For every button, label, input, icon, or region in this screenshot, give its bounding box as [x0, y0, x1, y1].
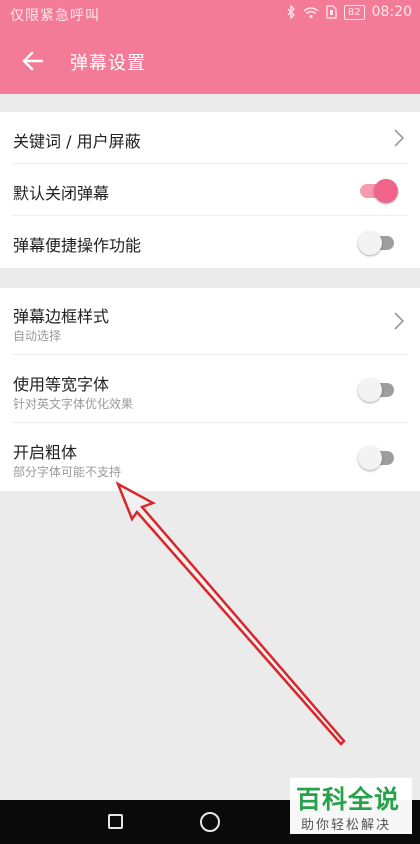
- chevron-right-icon: [394, 312, 405, 330]
- setting-subtitle: 针对英文字体优化效果: [13, 397, 134, 411]
- home-button[interactable]: [200, 812, 220, 832]
- switch-thumb: [374, 179, 398, 203]
- app-bar: 弹幕设置: [0, 28, 420, 94]
- switch-thumb: [358, 378, 382, 402]
- setting-subtitle: 部分字体可能不支持: [13, 465, 122, 479]
- status-icons: 82 08:20: [287, 4, 412, 20]
- bluetooth-icon: [287, 5, 295, 19]
- setting-row-quick-actions[interactable]: 弹幕便捷操作功能: [0, 216, 420, 268]
- setting-row-bold-font[interactable]: 开启粗体 部分字体可能不支持: [0, 423, 420, 491]
- switch-thumb: [358, 231, 382, 255]
- switch-thumb: [358, 446, 382, 470]
- bold-font-switch[interactable]: [358, 445, 396, 470]
- watermark-logo: 百科全说 助你轻松解决: [290, 778, 412, 834]
- setting-title: 使用等宽字体: [13, 375, 110, 394]
- recent-apps-button[interactable]: [108, 814, 123, 829]
- setting-row-border-style[interactable]: 弹幕边框样式 自动选择: [0, 288, 420, 355]
- carrier-text: 仅限紧急呼叫: [10, 8, 100, 24]
- battery-indicator: 82: [343, 4, 365, 20]
- monospace-font-switch[interactable]: [358, 377, 396, 402]
- watermark-sub-text: 助你轻松解决: [301, 818, 392, 833]
- back-button[interactable]: [18, 46, 48, 76]
- quick-actions-switch[interactable]: [358, 230, 396, 255]
- status-bar: 仅限紧急呼叫 82 08:20: [0, 0, 420, 28]
- setting-row-keyword-block[interactable]: 关键词 / 用户屏蔽: [0, 112, 420, 164]
- arrow-left-icon: [22, 51, 44, 71]
- setting-row-monospace-font[interactable]: 使用等宽字体 针对英文字体优化效果: [0, 355, 420, 423]
- setting-title: 默认关闭弹幕: [13, 184, 110, 203]
- clock: 08:20: [371, 4, 412, 20]
- setting-title: 开启粗体: [13, 443, 78, 462]
- setting-row-default-close-danmaku[interactable]: 默认关闭弹幕: [0, 164, 420, 216]
- default-close-danmaku-switch[interactable]: [358, 178, 398, 203]
- setting-subtitle: 自动选择: [13, 329, 62, 343]
- settings-group-general: 关键词 / 用户屏蔽 默认关闭弹幕 弹幕便捷操作功能: [0, 112, 420, 268]
- setting-title: 弹幕便捷操作功能: [13, 236, 142, 255]
- setting-title: 弹幕边框样式: [13, 307, 110, 326]
- setting-title: 关键词 / 用户屏蔽: [13, 132, 141, 151]
- page-title: 弹幕设置: [70, 53, 146, 74]
- watermark-main-text: 百科全说: [296, 785, 401, 814]
- chevron-right-icon: [394, 129, 405, 147]
- wifi-icon: [303, 6, 319, 18]
- settings-group-appearance: 弹幕边框样式 自动选择 使用等宽字体 针对英文字体优化效果 开启粗体 部分字体可…: [0, 288, 420, 491]
- sim-card-icon: [326, 5, 337, 19]
